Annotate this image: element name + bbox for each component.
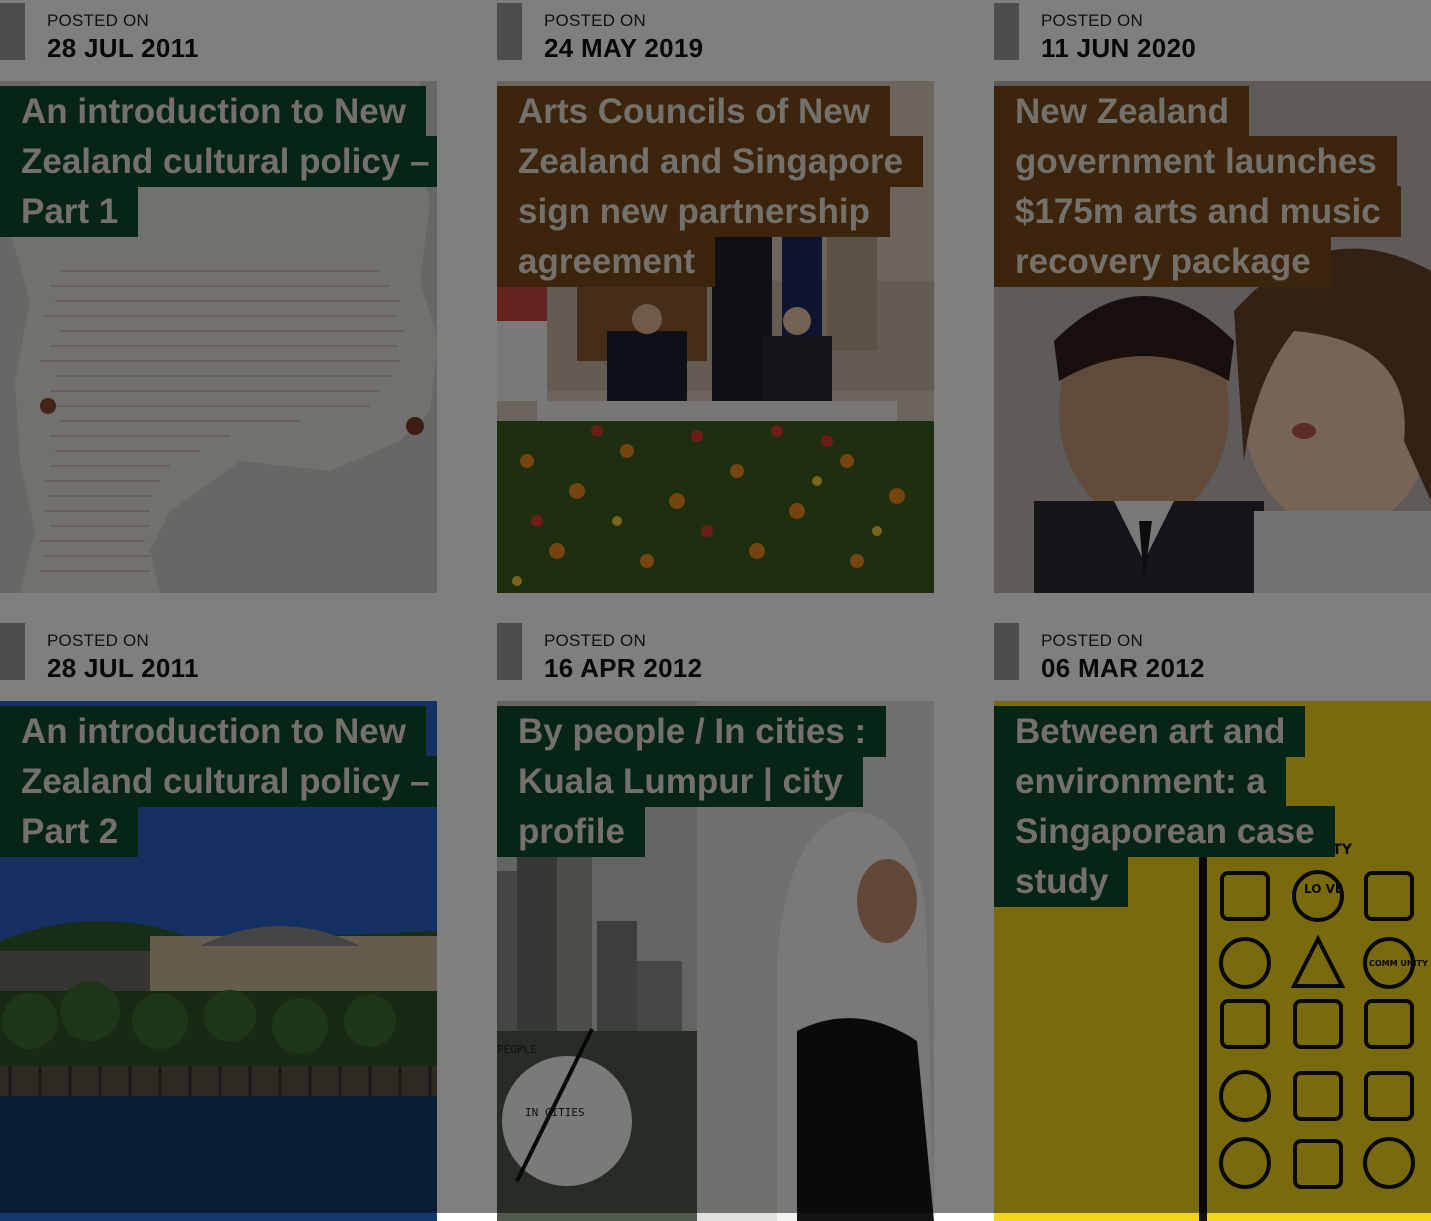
posted-on-label: POSTED ON — [1041, 11, 1143, 30]
post-title-label[interactable]: By people / In cities : Kuala Lumpur | c… — [497, 706, 934, 857]
meta-accent-bar — [497, 3, 522, 60]
meta-accent-bar — [497, 623, 522, 680]
post-title-label[interactable]: New Zealand government launches $175m ar… — [994, 86, 1431, 287]
post-title-label[interactable]: Between art and environment: a Singapore… — [994, 706, 1431, 907]
meta-accent-bar — [0, 623, 25, 680]
post-date: 11 JUN 2020 — [1041, 33, 1197, 63]
poster-community-text: COMM UNITY — [1369, 959, 1428, 968]
post-meta: POSTED ON 28 JUL 2011 — [0, 620, 437, 700]
post-meta: POSTED ON 24 MAY 2019 — [497, 0, 934, 80]
post-date: 28 JUL 2011 — [47, 33, 199, 63]
post-date: 06 MAR 2012 — [1041, 653, 1205, 683]
posted-on-label: POSTED ON — [1041, 631, 1143, 650]
post-date: 24 MAY 2019 — [544, 33, 704, 63]
posted-on-label: POSTED ON — [544, 631, 646, 650]
post-title-label[interactable]: An introduction to New Zealand cultural … — [0, 706, 437, 857]
posted-on-label: POSTED ON — [47, 11, 149, 30]
meta-accent-bar — [994, 3, 1019, 60]
post-thumbnail[interactable]: New Zealand government launches $175m ar… — [994, 81, 1431, 593]
posted-on-label: POSTED ON — [544, 11, 646, 30]
post-title[interactable]: By people / In cities : Kuala Lumpur | c… — [497, 706, 887, 857]
post-thumbnail[interactable]: An introduction to New Zealand cultural … — [0, 81, 437, 593]
post-title[interactable]: New Zealand government launches $175m ar… — [994, 86, 1401, 287]
post-title[interactable]: Arts Councils of New Zealand and Singapo… — [497, 86, 924, 287]
post-thumbnail[interactable]: PEOPLE IN CITIES By people / In cities :… — [497, 701, 934, 1221]
post-meta: POSTED ON 28 JUL 2011 — [0, 0, 437, 80]
post-grid: POSTED ON 28 JUL 2011 An introduction to… — [0, 0, 1431, 1221]
post-thumbnail[interactable]: NG UNITY — [994, 701, 1431, 1221]
post-title-label[interactable]: An introduction to New Zealand cultural … — [0, 86, 437, 237]
post-title[interactable]: An introduction to New Zealand cultural … — [0, 706, 437, 857]
post-title-label[interactable]: Arts Councils of New Zealand and Singapo… — [497, 86, 934, 287]
post-title[interactable]: Between art and environment: a Singapore… — [994, 706, 1335, 907]
meta-accent-bar — [0, 3, 25, 60]
post-thumbnail[interactable]: An introduction to New Zealand cultural … — [0, 701, 437, 1221]
post-thumbnail[interactable]: Arts Councils of New Zealand and Singapo… — [497, 81, 934, 593]
post-title[interactable]: An introduction to New Zealand cultural … — [0, 86, 437, 237]
people-text: PEOPLE — [497, 1043, 537, 1056]
post-date: 16 APR 2012 — [544, 653, 703, 683]
post-meta: POSTED ON 11 JUN 2020 — [994, 0, 1431, 80]
post-meta: POSTED ON 16 APR 2012 — [497, 620, 934, 700]
post-meta: POSTED ON 06 MAR 2012 — [994, 620, 1431, 700]
posted-on-label: POSTED ON — [47, 631, 149, 650]
in-cities-text: IN CITIES — [525, 1106, 585, 1119]
meta-accent-bar — [994, 623, 1019, 680]
post-date: 28 JUL 2011 — [47, 653, 199, 683]
